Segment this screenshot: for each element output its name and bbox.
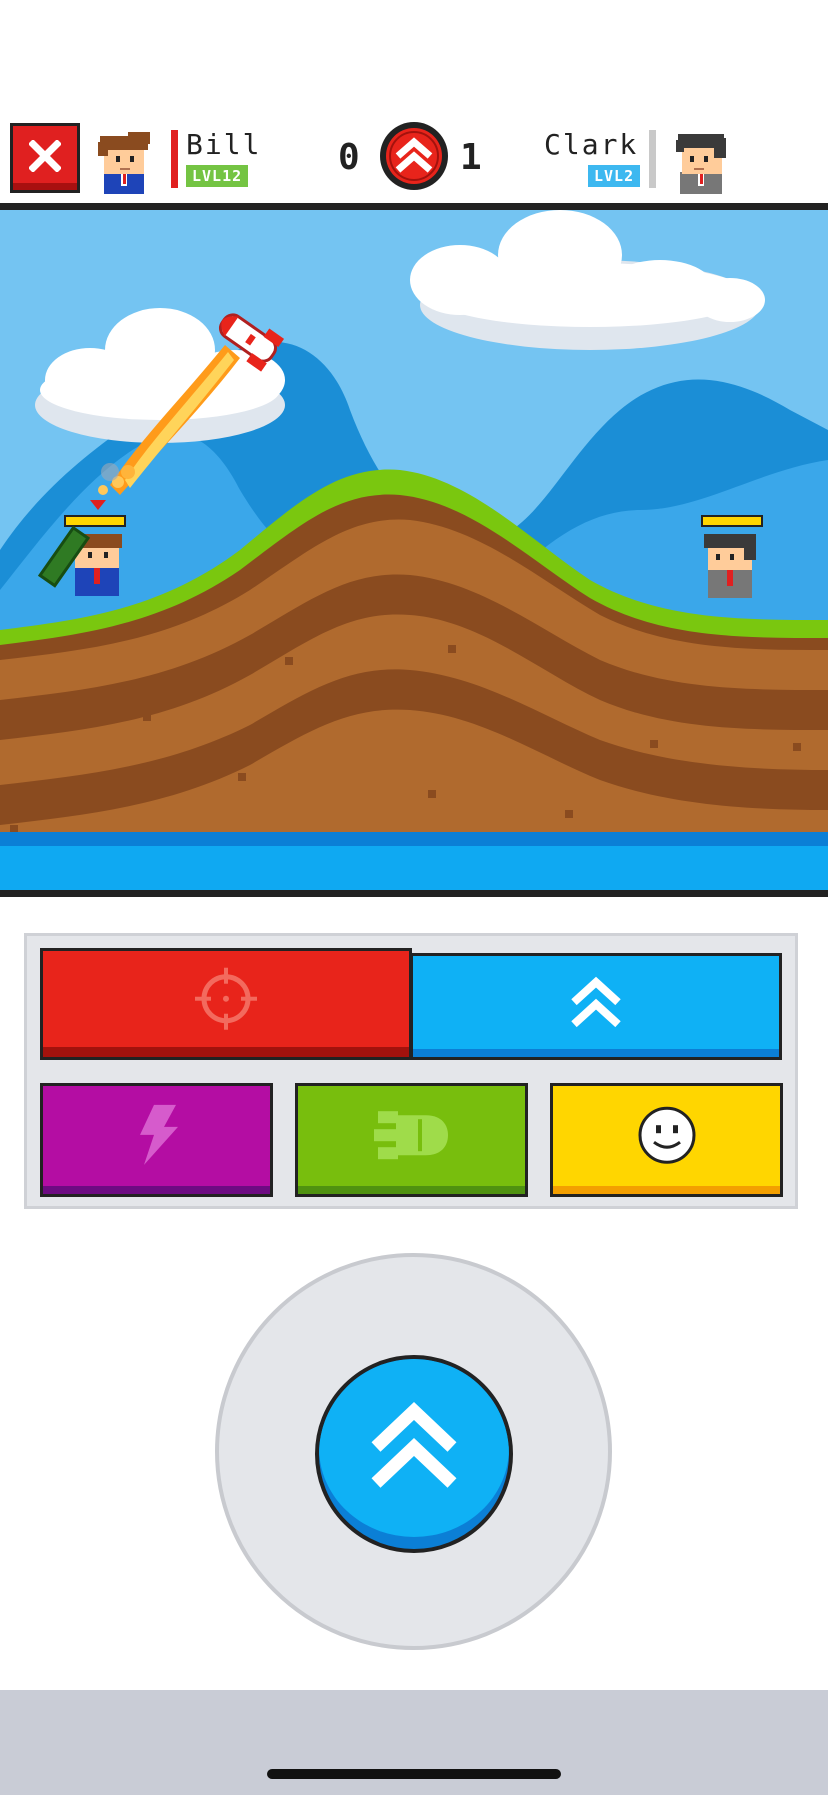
double-chevron-up-icon [380,122,448,190]
close-button[interactable] [10,123,80,193]
missile-button[interactable] [410,953,782,1060]
double-chevron-up-icon [371,1402,457,1488]
player1-level-badge: LVL12 [186,165,249,187]
power-button[interactable] [40,1083,273,1197]
player2-color-bar [649,130,656,188]
player2-level-badge: LVL2 [588,165,641,187]
bomb-button[interactable] [295,1083,528,1197]
player1-color-bar [171,130,178,188]
aim-button[interactable] [40,948,412,1060]
double-chevron-up-icon [571,976,621,1027]
score-left: 0 [338,137,360,178]
water-edge [0,832,828,846]
crosshair-icon [195,967,257,1030]
player2-avatar [676,134,726,194]
bottom-system-bar [0,1690,828,1795]
home-indicator[interactable] [267,1769,561,1779]
close-icon [29,140,61,172]
player2-name: Clark [544,128,639,161]
lightning-icon [139,1104,178,1165]
bomb-icon [373,1111,448,1160]
player1-name: Bill [186,128,262,161]
scene-divider [0,890,828,897]
score-right: 1 [460,137,482,178]
emote-button[interactable] [550,1083,783,1197]
player1-avatar [98,132,150,194]
fire-button[interactable] [315,1355,513,1553]
game-scene[interactable] [0,210,828,890]
smiley-icon [638,1106,695,1164]
header-divider [0,203,828,210]
